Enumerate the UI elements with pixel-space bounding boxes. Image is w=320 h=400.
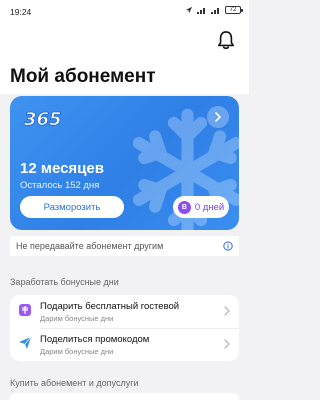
notice-text: Не передавайте абонемент другим <box>16 241 164 251</box>
bonus-b-icon: B <box>177 200 191 214</box>
bonus-section-label: Заработать бонусные дни <box>10 277 119 287</box>
subscription-duration: 12 месяцев <box>20 160 104 177</box>
info-icon[interactable] <box>223 241 233 251</box>
list-item-share-promo[interactable]: Поделиться промокодом Дарим бонусные дни <box>10 328 239 361</box>
signal-icon-2 <box>211 8 219 14</box>
battery-icon: 72 <box>225 6 243 14</box>
gift-icon <box>19 304 31 316</box>
send-icon <box>19 336 32 349</box>
status-bar: 19:24 72 <box>0 0 249 24</box>
freeze-days-label: 0 дней <box>194 201 225 213</box>
list-item-subtitle: Дарим бонусные дни <box>40 347 114 356</box>
status-time: 19:24 <box>10 7 32 17</box>
list-item-subtitle: Дарим бонусные дни <box>40 314 114 323</box>
chevron-right-icon <box>224 306 230 316</box>
unfreeze-button[interactable]: Разморозить <box>20 196 124 218</box>
buy-section-label: Купить абонемент и допуслуги <box>10 378 139 388</box>
page-title: Мой абонемент <box>10 66 156 87</box>
list-item-gift-guest[interactable]: Подарить бесплатный гостевой Дарим бонус… <box>10 295 239 329</box>
freeze-days-badge[interactable]: B 0 дней <box>173 196 229 218</box>
signal-icon <box>197 8 205 14</box>
days-remaining: Осталось 152 дня <box>20 180 100 191</box>
bonus-list: Подарить бесплатный гостевой Дарим бонус… <box>10 295 239 361</box>
transfer-notice[interactable]: Не передавайте абонемент другим <box>10 236 239 256</box>
status-icons: 72 <box>185 6 243 14</box>
card-open-button[interactable] <box>207 106 229 128</box>
location-icon <box>185 6 193 14</box>
buy-section-card[interactable] <box>10 393 239 400</box>
list-item-title: Подарить бесплатный гостевой <box>40 301 180 312</box>
subscription-card[interactable]: 365 12 месяцев Осталось 152 дня Размороз… <box>10 96 239 230</box>
chevron-right-icon <box>215 112 222 122</box>
list-item-title: Поделиться промокодом <box>40 334 150 345</box>
svg-text:365: 365 <box>24 109 62 130</box>
bell-icon[interactable] <box>217 30 235 50</box>
chevron-right-icon <box>224 339 230 349</box>
logo-365: 365 <box>24 109 62 131</box>
